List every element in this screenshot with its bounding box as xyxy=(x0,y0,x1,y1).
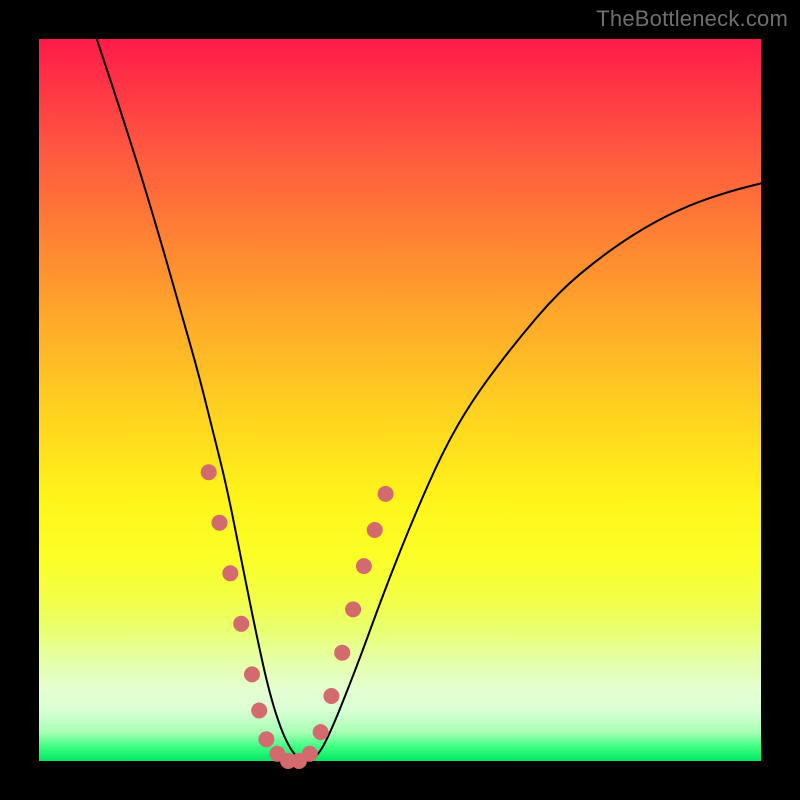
curve-marker xyxy=(244,666,260,682)
curve-marker xyxy=(251,703,267,719)
chart-frame: TheBottleneck.com xyxy=(0,0,800,800)
curve-marker xyxy=(302,746,318,762)
curve-marker xyxy=(313,724,329,740)
curve-marker xyxy=(334,645,350,661)
curve-marker xyxy=(367,522,383,538)
curve-marker xyxy=(323,688,339,704)
curve-marker xyxy=(345,601,361,617)
curve-marker xyxy=(212,515,228,531)
curve-marker xyxy=(356,558,372,574)
plot-area xyxy=(39,39,761,761)
chart-svg xyxy=(39,39,761,761)
curve-marker xyxy=(233,616,249,632)
curve-marker xyxy=(258,731,274,747)
watermark-text: TheBottleneck.com xyxy=(596,6,788,32)
bottleneck-curve xyxy=(97,39,761,761)
curve-marker xyxy=(222,565,238,581)
curve-marker xyxy=(201,464,217,480)
marker-group xyxy=(201,464,394,769)
curve-marker xyxy=(378,486,394,502)
